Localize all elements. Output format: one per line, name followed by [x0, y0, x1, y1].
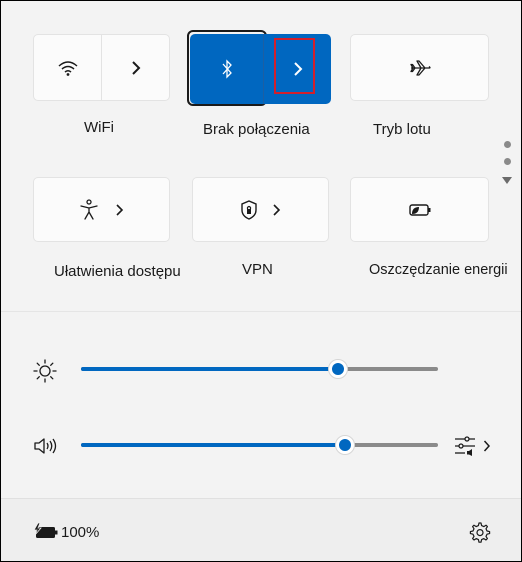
vpn-shield-icon	[240, 199, 257, 220]
arrow-down-icon[interactable]	[501, 175, 513, 185]
airplane-label: Tryb lotu	[373, 121, 431, 138]
chevron-right-icon	[272, 203, 280, 216]
vpn-label: VPN	[242, 261, 273, 278]
quick-settings-panel: WiFi Brak połączenia Tryb lotu Ułatwieni…	[0, 0, 522, 562]
brightness-slider-thumb[interactable]	[328, 359, 349, 379]
wifi-tile	[33, 34, 170, 101]
battery-saver-button[interactable]	[350, 177, 489, 242]
bluetooth-icon	[222, 59, 232, 79]
vpn-button[interactable]	[192, 177, 329, 242]
sound-mixer-icon	[455, 436, 475, 456]
chevron-right-icon	[131, 60, 140, 75]
footer-bar: 100%	[1, 498, 521, 561]
settings-button[interactable]	[467, 520, 493, 546]
battery-charging-icon[interactable]	[31, 521, 61, 543]
brightness-slider-fill	[81, 367, 339, 371]
volume-slider-fill	[81, 443, 346, 447]
accessibility-icon	[79, 198, 98, 220]
accessibility-label: Ułatwienia dostępu	[54, 263, 181, 280]
bluetooth-label: Brak połączenia	[203, 121, 310, 138]
wifi-label: WiFi	[84, 119, 114, 136]
page-dot-2[interactable]	[503, 158, 511, 165]
wifi-toggle-button[interactable]	[34, 35, 101, 100]
speaker-icon[interactable]	[30, 432, 60, 460]
volume-slider-thumb[interactable]	[335, 435, 356, 455]
quick-settings-tiles: WiFi Brak połączenia Tryb lotu Ułatwieni…	[1, 1, 521, 311]
brightness-slider[interactable]	[81, 359, 438, 379]
gear-icon	[469, 522, 491, 543]
wifi-expand-button[interactable]	[102, 35, 169, 100]
accessibility-button[interactable]	[33, 177, 170, 242]
sliders-section	[1, 312, 521, 497]
battery-percentage[interactable]: 100%	[61, 524, 99, 541]
wifi-icon	[58, 60, 77, 76]
airplane-mode-button[interactable]	[350, 34, 489, 101]
airplane-icon	[409, 59, 431, 76]
page-dot-1[interactable]	[503, 141, 511, 148]
sound-mixer-button[interactable]	[449, 432, 495, 460]
volume-slider[interactable]	[81, 435, 438, 455]
bluetooth-toggle-button[interactable]	[190, 34, 263, 104]
battery-saver-icon	[408, 203, 430, 216]
battery-saver-label: Oszczędzanie energii	[369, 262, 508, 278]
chevron-right-icon	[115, 203, 123, 216]
page-indicator[interactable]	[500, 141, 514, 185]
brightness-icon	[30, 357, 60, 385]
chevron-right-icon	[483, 440, 491, 452]
highlight-box	[274, 38, 315, 94]
